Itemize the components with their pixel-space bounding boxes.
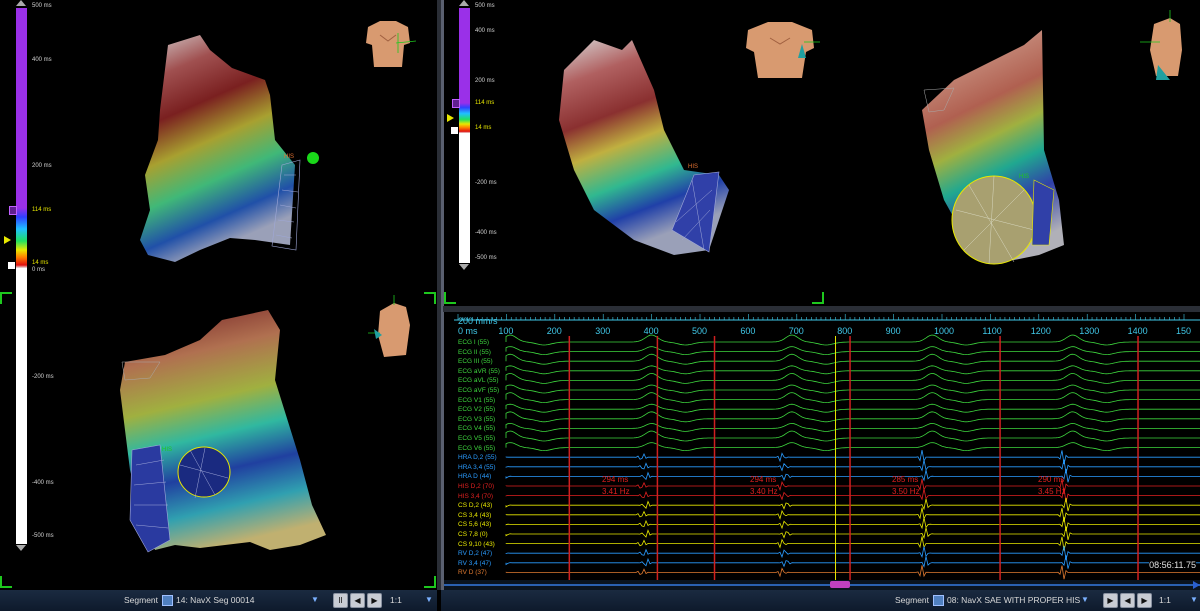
ecg-trace (505, 442, 1200, 452)
chevron-down-icon[interactable]: ▼ (1190, 595, 1198, 604)
chevron-down-icon[interactable]: ▼ (1081, 595, 1089, 604)
ecg-trace (505, 365, 1200, 375)
scale-marker-yellow-icon[interactable] (447, 114, 454, 122)
interval-ms-label: 285 ms (892, 475, 919, 484)
view-corner-marker (0, 292, 12, 304)
ecg-scrollbar[interactable] (444, 580, 1200, 590)
ecg-trace (505, 450, 1200, 465)
scale-label: 114 ms (475, 100, 495, 106)
ecg-trace (505, 497, 1200, 512)
scale-bottom-arrow-icon[interactable] (459, 264, 469, 270)
interval-ms-label: 290 ms (1038, 475, 1065, 484)
scale-label: 14 ms (475, 125, 492, 131)
ecg-traces[interactable] (444, 312, 1200, 582)
interval-hz-label: 3.41 Hz (602, 487, 630, 496)
torso-orientation-icon[interactable] (1140, 10, 1190, 80)
play-button[interactable]: ▶ (1103, 593, 1118, 608)
his-label: HIS (688, 164, 698, 170)
next-button[interactable]: ▶ (1137, 593, 1152, 608)
chevron-down-icon[interactable]: ▼ (311, 595, 319, 604)
ecg-trace (505, 507, 1200, 522)
scale-label: -500 ms (475, 255, 497, 261)
ecg-trace (505, 411, 1200, 423)
ecg-trace (505, 403, 1200, 413)
previous-button[interactable]: ◀ (1120, 593, 1135, 608)
upper-right-cardiac-map[interactable]: HIS (874, 0, 1134, 300)
torso-orientation-icon[interactable] (368, 295, 418, 365)
ecg-trace (505, 546, 1200, 560)
right-color-scale[interactable] (459, 8, 470, 263)
right-segment-bar: Segment 08: NavX SAE WITH PROPER HIS ▼ ▶… (441, 590, 1200, 611)
ecg-trace (505, 422, 1200, 432)
ecg-trace (505, 372, 1200, 384)
scale-top-arrow-icon[interactable] (459, 0, 469, 6)
segment-select[interactable]: 14: NavX Seg 00014 (176, 595, 254, 605)
segment-icon (933, 595, 944, 606)
segment-label: Segment (895, 595, 930, 605)
segment-select[interactable]: 08: NavX SAE WITH PROPER HIS (947, 595, 1080, 605)
scale-label: -400 ms (475, 230, 497, 236)
ecg-trace (505, 526, 1200, 541)
ecg-trace (505, 384, 1200, 394)
ecg-trace (505, 555, 1200, 569)
view-corner-marker (444, 292, 456, 304)
chevron-down-icon[interactable]: ▼ (425, 595, 433, 604)
green-point-icon[interactable] (307, 152, 319, 164)
his-label: HIS (1019, 174, 1029, 180)
view-corner-marker (424, 576, 436, 588)
ecg-trace (505, 459, 1200, 474)
scale-marker-purple-icon[interactable] (452, 99, 460, 108)
scale-marker-white-icon[interactable] (451, 127, 458, 134)
clock-readout: 08:56:11.75 (1149, 560, 1196, 570)
left-map-panel: 500 ms 400 ms 200 ms 114 ms 14 ms 0 ms -… (0, 0, 437, 590)
right-map-panel: 500 ms 400 ms 200 ms 114 ms 14 ms -200 m… (444, 0, 1200, 306)
scale-label: 200 ms (475, 78, 495, 84)
ratio-select[interactable]: 1:1 (390, 595, 402, 605)
ecg-trace (505, 353, 1200, 365)
ecg-trace (505, 565, 1200, 580)
ecg-trace (505, 517, 1200, 531)
ecg-trace (505, 334, 1200, 346)
ratio-select[interactable]: 1:1 (1159, 595, 1171, 605)
left-segment-bar: Segment 14: NavX Seg 00014 ▼ II ◀ ▶ 1:1 … (0, 590, 437, 611)
ecg-trace (505, 536, 1200, 551)
interval-hz-label: 3.40 Hz (750, 487, 778, 496)
scale-label: 400 ms (475, 28, 495, 34)
next-button[interactable]: ▶ (367, 593, 382, 608)
interval-ms-label: 294 ms (750, 475, 777, 484)
ecg-trace (505, 430, 1200, 442)
segment-label: Segment (124, 595, 159, 605)
torso-orientation-icon[interactable] (740, 12, 820, 82)
scroll-right-arrow-icon[interactable] (1193, 581, 1200, 589)
ecg-panel[interactable]: 200 mm/s 0 ms 100 200 300 400 500 600 700 800 90… (444, 312, 1200, 582)
ecg-trace (505, 392, 1200, 404)
his-label: HIS (162, 447, 172, 453)
interval-hz-label: 3.50 Hz (892, 487, 920, 496)
pause-button[interactable]: II (333, 593, 348, 608)
scale-label: 500 ms (475, 3, 495, 9)
view-corner-marker (0, 576, 12, 588)
scale-label: -200 ms (475, 180, 497, 186)
his-label: HIS (284, 154, 294, 160)
interval-hz-label: 3.45 Hz (1038, 487, 1066, 496)
ecg-scroll-thumb[interactable] (830, 581, 850, 588)
ecg-trace (505, 346, 1200, 356)
view-corner-marker (812, 292, 824, 304)
interval-ms-label: 294 ms (602, 475, 629, 484)
view-corner-marker (424, 292, 436, 304)
torso-orientation-icon[interactable] (358, 13, 418, 73)
segment-icon (162, 595, 173, 606)
previous-button[interactable]: ◀ (350, 593, 365, 608)
